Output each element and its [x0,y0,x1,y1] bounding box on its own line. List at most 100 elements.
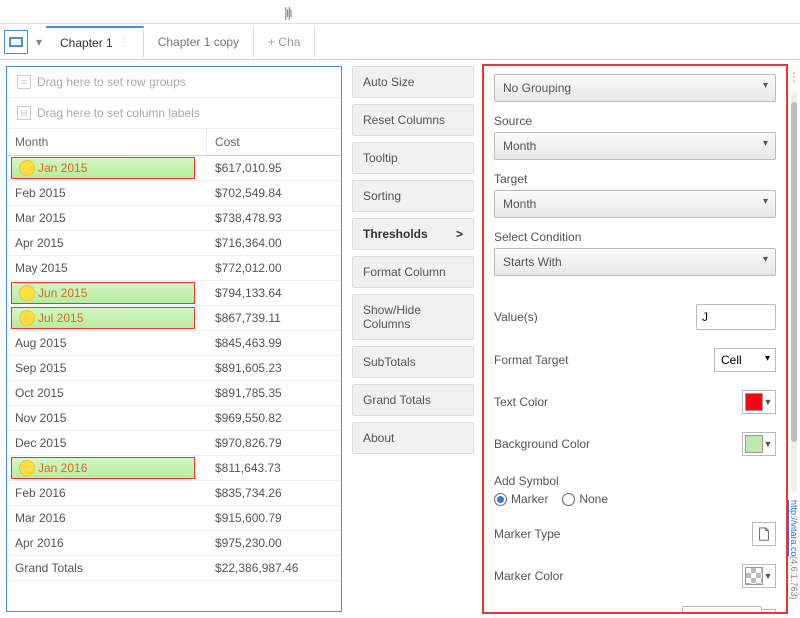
table-row[interactable]: Mar 2015$738,478.93 [7,206,341,231]
side-item-auto-size[interactable]: Auto Size [352,66,474,98]
highlighted-month: Jan 2016 [11,457,195,479]
side-item-tooltip[interactable]: Tooltip [352,142,474,174]
side-item-about[interactable]: About [352,422,474,454]
marker-color-swatch [745,567,763,585]
cost-cell: $835,734.26 [207,481,341,505]
text-color-picker[interactable]: ▼ [742,390,776,414]
scrollbar-thumb[interactable] [791,102,797,442]
table-row[interactable]: Aug 2015$845,463.99 [7,331,341,356]
month-cell: Apr 2015 [7,231,207,255]
radio-label: Marker [511,492,548,506]
grouping-select[interactable]: No Grouping [494,74,776,102]
cost-cell: $772,012.00 [207,256,341,280]
col-header-cost[interactable]: Cost [207,129,341,155]
chart-icon[interactable]: |ı|ı [284,4,291,20]
marker-color-label: Marker Color [494,569,563,583]
target-select[interactable]: Month [494,190,776,218]
marker-size-input[interactable] [682,606,762,614]
marker-color-picker[interactable]: ▼ [742,564,776,588]
cost-cell: $702,549.84 [207,181,341,205]
tab-chapter-1[interactable]: Chapter 1 ⋮ [46,26,144,58]
cost-cell: $617,010.95 [207,156,341,180]
month-cell: May 2015 [7,256,207,280]
view-mode-dropdown[interactable]: ▾ [32,30,46,54]
marker-type-picker[interactable] [752,522,776,546]
cost-cell: $975,230.00 [207,531,341,555]
format-target-label: Format Target [494,353,568,367]
values-label: Value(s) [494,310,538,324]
condition-label: Select Condition [494,230,776,244]
table-row[interactable]: Dec 2015$970,826.79 [7,431,341,456]
radio-none[interactable]: None [562,492,608,506]
side-item-sorting[interactable]: Sorting [352,180,474,212]
right-rail: ⋮ http://vitara.co (4.6.1.763) [788,60,800,600]
cost-cell: $845,463.99 [207,331,341,355]
table-row[interactable]: Jan 2016 $811,643.73 [7,456,341,481]
month-cell: Apr 2016 [7,531,207,555]
table-row[interactable]: Apr 2016$975,230.00 [7,531,341,556]
text-color-label: Text Color [494,395,548,409]
tab-add-label: + Cha [268,35,300,49]
month-cell: Mar 2016 [7,506,207,530]
table-row[interactable]: Jul 2015$867,739.11 [7,306,341,331]
side-item-format-column[interactable]: Format Column [352,256,474,288]
table-row[interactable]: Mar 2016$915,600.79 [7,506,341,531]
totals-label: Grand Totals [7,556,207,580]
table-row[interactable]: Feb 2015$702,549.84 [7,181,341,206]
table-row[interactable]: May 2015$772,012.00 [7,256,341,281]
side-item-label: Sorting [363,189,401,203]
table-row[interactable]: Feb 2016$835,734.26 [7,481,341,506]
cost-cell: $969,550.82 [207,406,341,430]
col-label-dropzone[interactable]: ⊞ Drag here to set column labels [7,98,341,129]
marker-size-label: Marker Size [494,612,558,614]
tab-add[interactable]: + Cha [254,27,315,57]
side-item-show-hide-columns[interactable]: Show/Hide Columns [352,294,474,340]
cost-cell: $811,643.73 [207,456,341,480]
rows-icon: ≡ [17,75,31,89]
table-row[interactable]: Jan 2015 $617,010.95 [7,156,341,181]
spinner-up[interactable]: ▲ [762,610,775,614]
side-item-label: Auto Size [363,75,414,89]
source-select[interactable]: Month [494,132,776,160]
radio-marker[interactable]: Marker [494,492,548,506]
month-label: Jan 2015 [38,161,87,175]
format-target-select[interactable]: Cell [714,348,776,372]
view-mode-button[interactable] [4,30,28,54]
month-cell: Aug 2015 [7,331,207,355]
highlighted-month: Jul 2015 [11,307,195,329]
side-item-label: SubTotals [363,355,416,369]
side-item-label: Grand Totals [363,393,431,407]
version-text: (4.6.1.763) [789,556,799,600]
side-item-label: Thresholds [363,227,428,241]
side-item-label: Show/Hide Columns [363,303,421,331]
table-row[interactable]: Sep 2015$891,605.23 [7,356,341,381]
col-header-month[interactable]: Month [7,129,207,155]
cost-cell: $794,133.64 [207,281,341,305]
totals-value: $22,386,987.46 [207,556,341,580]
month-cell: Feb 2016 [7,481,207,505]
side-item-subtotals[interactable]: SubTotals [352,346,474,378]
more-icon[interactable]: ⋮ [788,70,800,84]
side-item-reset-columns[interactable]: Reset Columns [352,104,474,136]
values-input[interactable] [696,304,776,330]
side-item-thresholds[interactable]: Thresholds > [352,218,474,250]
tab-label: Chapter 1 copy [158,35,239,49]
month-cell: Nov 2015 [7,406,207,430]
cols-icon: ⊞ [17,106,31,120]
scrollbar[interactable] [791,92,797,492]
side-menu: Auto Size Reset Columns Tooltip Sorting Thre… [348,60,478,618]
side-item-grand-totals[interactable]: Grand Totals [352,384,474,416]
table-row[interactable]: Jun 2015$794,133.64 [7,281,341,306]
vitara-link[interactable]: http://vitara.co [789,500,799,557]
bg-color-picker[interactable]: ▼ [742,432,776,456]
table-row[interactable]: Apr 2015$716,364.00 [7,231,341,256]
table-row[interactable]: Nov 2015$969,550.82 [7,406,341,431]
table-row[interactable]: Oct 2015$891,785.35 [7,381,341,406]
tab-menu-icon[interactable]: ⋮ [119,37,129,48]
row-group-dropzone[interactable]: ≡ Drag here to set row groups [7,67,341,98]
tab-chapter-1-copy[interactable]: Chapter 1 copy [144,27,254,57]
sun-icon [20,311,34,325]
grand-totals-row: Grand Totals$22,386,987.46 [7,556,341,581]
chevron-right-icon: > [456,227,463,241]
condition-select[interactable]: Starts With [494,248,776,276]
